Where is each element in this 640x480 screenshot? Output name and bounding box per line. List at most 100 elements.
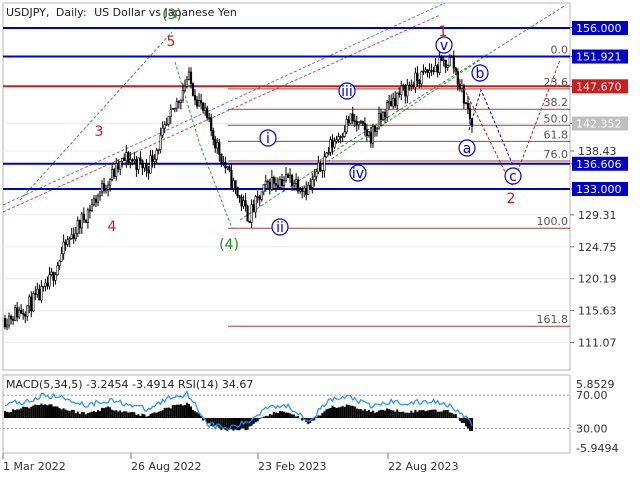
candle-body	[224, 161, 227, 169]
wave-label-9: v	[440, 38, 448, 54]
candle-body	[450, 56, 453, 58]
candle-body	[418, 80, 421, 85]
candle-body	[121, 157, 124, 162]
candle-body	[248, 220, 251, 223]
candle-body	[252, 204, 255, 213]
candle-body	[436, 65, 439, 73]
candle-body	[214, 139, 217, 149]
wave-label-11: a	[463, 141, 472, 157]
candle-body	[276, 184, 280, 188]
candle-body	[74, 232, 77, 239]
candle-body	[426, 69, 429, 73]
candle-body	[102, 183, 106, 191]
candle-body	[406, 84, 409, 97]
candle-body	[262, 184, 265, 193]
candle-body	[18, 309, 21, 318]
candle-body	[410, 84, 413, 86]
candle-body	[363, 123, 366, 131]
candle-body	[408, 84, 411, 87]
candle-body	[52, 271, 55, 281]
y-tick-label-7: 129.31	[578, 209, 617, 222]
fib-label-7: 161.8	[537, 313, 569, 326]
candle-body	[218, 142, 221, 155]
candle-body	[78, 219, 81, 229]
candle-body	[466, 102, 470, 109]
candle-body	[361, 121, 364, 124]
candle-body	[70, 234, 73, 239]
candle-body	[199, 100, 203, 104]
candle-body	[30, 296, 33, 312]
price-chart-svg[interactable]: 0.023.638.250.061.876.0100.0161.8 345(3)…	[0, 0, 640, 480]
candle-body	[82, 213, 85, 221]
wave-label-13: c	[509, 169, 517, 185]
candle-body	[48, 274, 51, 287]
candle-body	[175, 101, 178, 109]
candle-body	[111, 169, 114, 180]
candle-body	[40, 286, 43, 301]
candle-body	[167, 116, 170, 125]
candle-body	[388, 101, 391, 104]
fib-label-6: 100.0	[537, 215, 569, 228]
candle-body	[165, 123, 168, 126]
candle-body	[272, 177, 275, 184]
candle-body	[260, 191, 263, 200]
candle-body	[444, 59, 447, 68]
candle-body	[22, 313, 25, 315]
candle-body	[228, 166, 231, 171]
candle-body	[133, 159, 136, 162]
candle-body	[331, 139, 334, 148]
wave-label-0: 3	[95, 124, 104, 140]
candle-body	[371, 126, 375, 144]
candle-body	[301, 189, 304, 192]
wave-label-14: 2	[507, 191, 516, 207]
candle-body	[337, 136, 340, 140]
candle-body	[347, 119, 350, 124]
candle-body	[222, 161, 225, 164]
candle-body	[357, 121, 360, 126]
y-tick-label-8: 124.75	[578, 241, 617, 254]
candle-body	[236, 186, 239, 197]
candle-body	[117, 163, 120, 170]
candle-body	[464, 102, 468, 105]
candle-body	[256, 196, 259, 198]
candle-body	[230, 169, 233, 189]
wave-label-10: 1	[439, 24, 448, 40]
candle-body	[109, 179, 112, 186]
candle-body	[191, 83, 195, 96]
candle-body	[351, 113, 354, 122]
candle-body	[303, 187, 306, 192]
candle-body	[119, 161, 122, 170]
wave-label-8: iv	[352, 166, 364, 182]
candle-body	[169, 109, 172, 117]
candle-body	[173, 107, 176, 110]
candle-body	[341, 136, 344, 138]
candle-body	[400, 85, 403, 95]
candle-body	[254, 196, 257, 213]
candle-body	[416, 72, 419, 81]
wave-label-7: iii	[341, 84, 353, 100]
candle-body	[274, 182, 278, 186]
candle-body	[113, 169, 116, 177]
candle-body	[171, 108, 174, 111]
candle-body	[343, 131, 346, 137]
candle-body	[20, 309, 23, 314]
candle-body	[216, 142, 219, 149]
candle-body	[163, 124, 166, 129]
candle-body	[311, 179, 314, 188]
candle-body	[333, 140, 336, 148]
candle-body	[234, 180, 237, 188]
x-tick-label-1: 26 Aug 2022	[131, 460, 201, 473]
candle-body	[420, 71, 423, 85]
candle-body	[367, 131, 370, 137]
indicator-title: MACD(5,34,5) -3.2454 -3.4914 RSI(14) 34.…	[6, 378, 253, 391]
candle-body	[206, 107, 209, 119]
candle-body	[383, 112, 387, 118]
indicator-tick-label-3: -5.9494	[576, 442, 618, 455]
candle-body	[125, 152, 128, 162]
price-box-label-2: 147.670	[576, 80, 622, 93]
candle-body	[183, 86, 187, 91]
timeframe-label: Daily:	[56, 6, 87, 19]
wave-label-2: 5	[167, 34, 176, 50]
candle-body	[90, 204, 94, 212]
candle-body	[327, 151, 330, 154]
